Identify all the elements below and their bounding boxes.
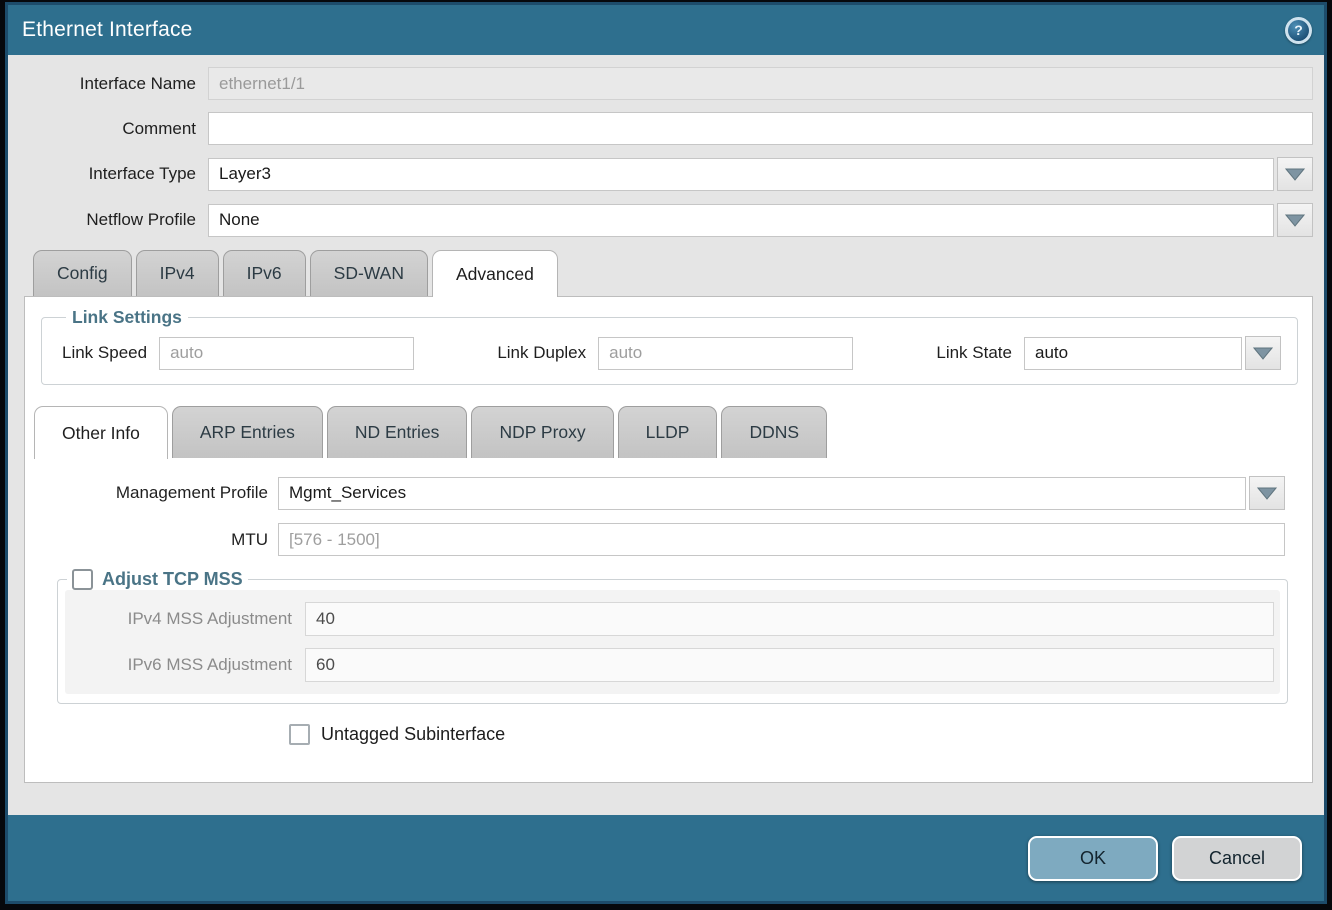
adjust-tcp-mss-label: Adjust TCP MSS [102,569,243,590]
ipv6-mss-field [305,648,1274,682]
ethernet-interface-dialog: Ethernet Interface ? Interface Name Comm… [5,2,1327,904]
interface-name-label: Interface Name [24,74,208,94]
tab-ndp-proxy[interactable]: NDP Proxy [471,406,613,458]
netflow-profile-dropdown-button[interactable] [1277,203,1313,237]
link-settings-fieldset: Link Settings Link Speed Link Duplex Lin… [41,307,1298,385]
link-speed-group: Link Speed [62,337,414,370]
untagged-subinterface-row: Untagged Subinterface [289,724,1312,745]
link-speed-label: Link Speed [62,343,159,363]
question-mark-icon: ? [1288,20,1309,41]
ok-button[interactable]: OK [1028,836,1158,881]
management-profile-dropdown-button[interactable] [1249,476,1285,510]
management-profile-field[interactable] [278,477,1246,510]
ipv6-mss-label: IPv6 MSS Adjustment [65,655,305,675]
tab-arp-entries[interactable]: ARP Entries [172,406,323,458]
other-info-panel: Management Profile MTU [25,458,1312,745]
comment-row: Comment [24,112,1313,145]
link-settings-legend: Link Settings [66,307,188,328]
help-button[interactable]: ? [1285,17,1312,44]
cancel-button[interactable]: Cancel [1172,836,1302,881]
interface-name-field [208,67,1313,100]
dialog-title: Ethernet Interface [22,18,193,42]
link-duplex-label: Link Duplex [497,343,598,363]
chevron-down-icon [1257,487,1277,500]
tab-config[interactable]: Config [33,250,132,296]
link-state-label: Link State [936,343,1024,363]
ipv4-mss-row: IPv4 MSS Adjustment [65,602,1274,636]
mtu-field[interactable] [278,523,1285,556]
advanced-tab-panel: Link Settings Link Speed Link Duplex Lin… [24,296,1313,783]
link-speed-field[interactable] [159,337,414,370]
interface-type-field[interactable] [208,158,1274,191]
adjust-tcp-mss-fieldset: Adjust TCP MSS IPv4 MSS Adjustment IPv6 … [57,569,1288,704]
other-info-tabbar: Other Info ARP Entries ND Entries NDP Pr… [25,406,1312,458]
netflow-profile-row: Netflow Profile [24,203,1313,237]
link-duplex-field[interactable] [598,337,853,370]
dialog-footer: OK Cancel [8,815,1324,901]
link-state-group: Link State [936,336,1281,370]
dialog-titlebar: Ethernet Interface ? [8,5,1324,55]
interface-name-row: Interface Name [24,67,1313,100]
dialog-body: Interface Name Comment Interface Type Ne… [8,55,1324,815]
main-tabbar: Config IPv4 IPv6 SD-WAN Advanced [24,250,1313,296]
untagged-subinterface-label: Untagged Subinterface [321,724,505,745]
tab-ddns[interactable]: DDNS [721,406,827,458]
link-state-field[interactable] [1024,337,1242,370]
tab-ipv4[interactable]: IPv4 [136,250,219,296]
chevron-down-icon [1253,347,1273,360]
mtu-row: MTU [25,523,1312,556]
adjust-tcp-mss-checkbox[interactable] [72,569,93,590]
tab-advanced[interactable]: Advanced [432,250,558,297]
tab-other-info[interactable]: Other Info [34,406,168,459]
management-profile-row: Management Profile [25,476,1312,510]
mss-fields-container: IPv4 MSS Adjustment IPv6 MSS Adjustment [65,590,1280,694]
chevron-down-icon [1285,168,1305,181]
tab-sd-wan[interactable]: SD-WAN [310,250,428,296]
interface-type-row: Interface Type [24,157,1313,191]
netflow-profile-field[interactable] [208,204,1274,237]
tab-nd-entries[interactable]: ND Entries [327,406,468,458]
ipv4-mss-label: IPv4 MSS Adjustment [65,609,305,629]
ipv4-mss-field [305,602,1274,636]
untagged-subinterface-checkbox[interactable] [289,724,310,745]
comment-label: Comment [24,119,208,139]
ipv6-mss-row: IPv6 MSS Adjustment [65,648,1274,682]
link-state-dropdown-button[interactable] [1245,336,1281,370]
management-profile-label: Management Profile [25,483,278,503]
tab-ipv6[interactable]: IPv6 [223,250,306,296]
interface-type-dropdown-button[interactable] [1277,157,1313,191]
link-duplex-group: Link Duplex [497,337,853,370]
comment-field[interactable] [208,112,1313,145]
netflow-profile-label: Netflow Profile [24,210,208,230]
mtu-label: MTU [25,530,278,550]
chevron-down-icon [1285,214,1305,227]
interface-type-label: Interface Type [24,164,208,184]
tab-lldp[interactable]: LLDP [618,406,718,458]
